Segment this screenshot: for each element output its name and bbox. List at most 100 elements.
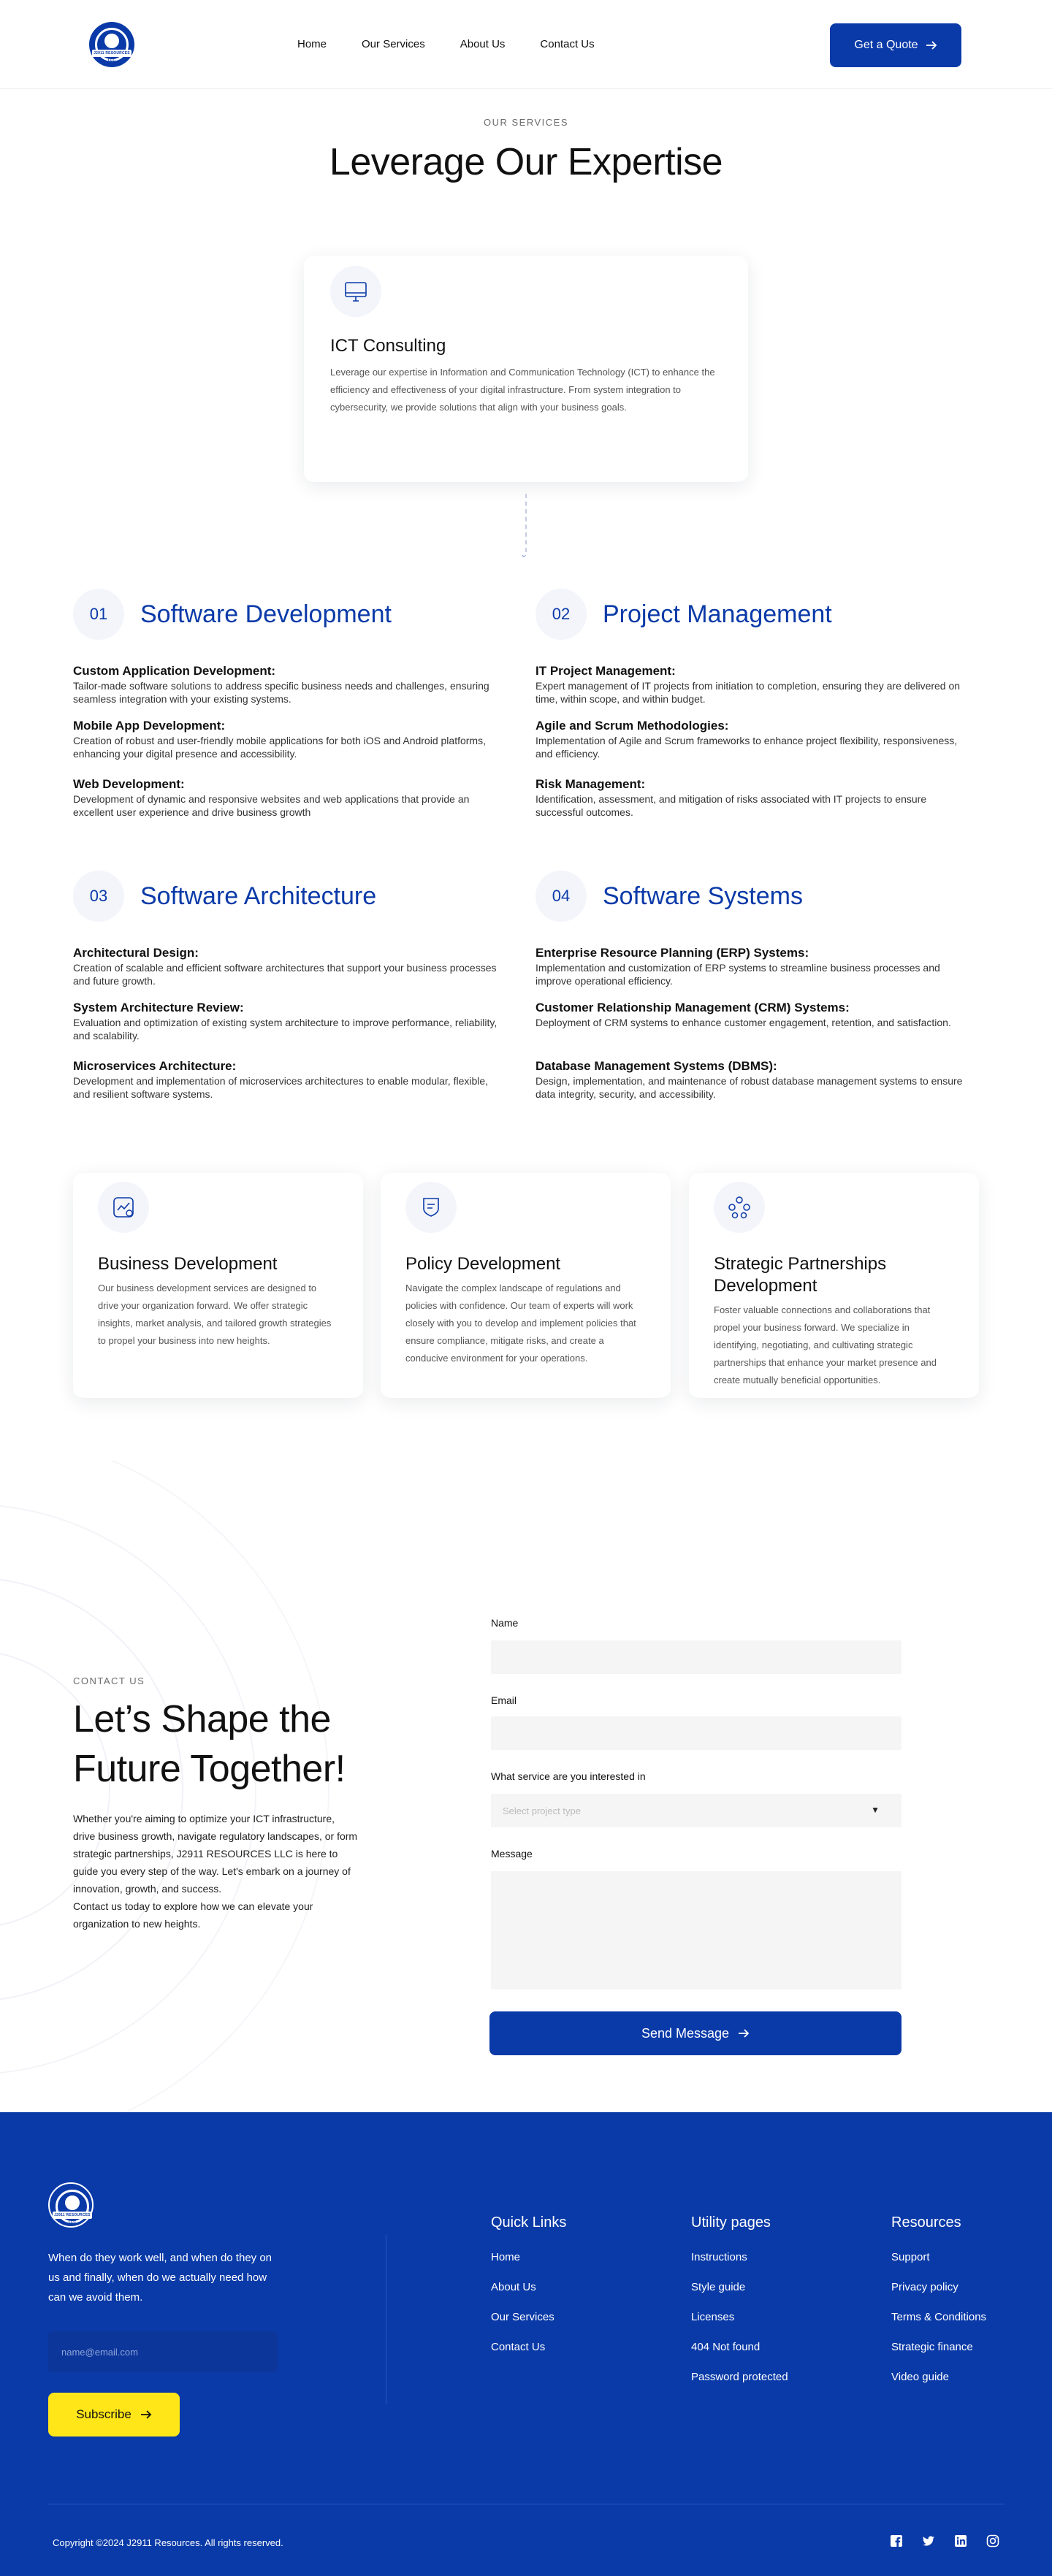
feature-text: Foster valuable connections and collabor… <box>714 1304 937 1386</box>
item-title: IT Project Management: <box>535 664 676 678</box>
footer-link-strategic-finance[interactable]: Strategic finance <box>891 2341 986 2353</box>
item-title: Agile and Scrum Methodologies: <box>535 719 729 733</box>
feature-text: Our business development services are de… <box>98 1283 332 1346</box>
strategic-partnerships-card: Strategic Partnerships Development Foste… <box>689 1173 979 1398</box>
facebook-icon[interactable] <box>890 2534 903 2548</box>
logo-dot <box>104 34 119 48</box>
linkedin-icon[interactable] <box>954 2534 967 2548</box>
send-message-button[interactable]: Send Message <box>489 2011 902 2055</box>
service-item: Custom Application Development: Tailor-m… <box>73 664 504 706</box>
footer-link-style-guide[interactable]: Style guide <box>691 2281 788 2293</box>
ict-consulting-card: ICT Consulting Leverage our expertise in… <box>304 256 748 482</box>
nav-about-us[interactable]: About Us <box>460 38 506 50</box>
network-icon-wrap <box>714 1182 765 1233</box>
policy-development-card: Policy Development Navigate the complex … <box>381 1173 671 1398</box>
footer-column-utility-pages: Utility pages Instructions Style guide L… <box>691 2214 788 2401</box>
section-title: Software Development <box>140 600 392 628</box>
newsletter-email-input[interactable]: name@email.com <box>48 2331 278 2372</box>
logo-band: J2911 RESOURCES LLC <box>53 2212 92 2225</box>
network-icon <box>728 1196 750 1219</box>
footer-link-video-guide[interactable]: Video guide <box>891 2371 986 2383</box>
contact-eyebrow: CONTACT US <box>73 1675 145 1686</box>
subscribe-label: Subscribe <box>76 2407 132 2421</box>
service-item: Microservices Architecture: Development … <box>73 1059 504 1101</box>
services-title: Leverage Our Expertise <box>329 141 723 183</box>
service-select-placeholder: Select project type <box>503 1805 581 1816</box>
footer-logo[interactable]: J2911 RESOURCES LLC <box>48 2182 94 2228</box>
name-input[interactable] <box>491 1640 902 1674</box>
footer-link-support[interactable]: Support <box>891 2251 986 2263</box>
get-a-quote-button[interactable]: Get a Quote <box>830 23 961 67</box>
feature-text: Navigate the complex landscape of regula… <box>405 1283 636 1364</box>
service-select[interactable]: Select project type ▼ <box>491 1794 902 1827</box>
section-number: 03 <box>73 871 124 922</box>
section-number: 04 <box>535 871 587 922</box>
footer-link-licenses[interactable]: Licenses <box>691 2311 788 2323</box>
message-textarea[interactable] <box>491 1871 902 1990</box>
footer-link-about-us[interactable]: About Us <box>491 2281 566 2293</box>
ict-text: Leverage our expertise in Information an… <box>330 367 715 413</box>
section-software-development: 01 Software Development <box>73 589 392 640</box>
logo[interactable]: J2911 RESOURCES LLC <box>89 22 134 67</box>
send-message-label: Send Message <box>641 2025 730 2041</box>
page: J2911 RESOURCES LLC Home Our Services Ab… <box>0 0 1052 2576</box>
footer-column-title: Quick Links <box>491 2214 567 2231</box>
ict-title: ICT Consulting <box>330 336 446 356</box>
feature-title: Strategic Partnerships Development <box>714 1254 887 1296</box>
item-desc: Evaluation and optimization of existing … <box>73 1017 498 1042</box>
item-title: Database Management Systems (DBMS): <box>535 1059 777 1073</box>
section-title: Software Architecture <box>140 882 377 910</box>
service-item: Web Development: Development of dynamic … <box>73 777 504 819</box>
chevron-down-icon: ⌄ <box>519 548 528 559</box>
section-software-architecture: 03 Software Architecture <box>73 871 376 922</box>
nav-our-services[interactable]: Our Services <box>362 38 425 50</box>
copyright: Copyright ©2024 J2911 Resources. All rig… <box>53 2537 283 2548</box>
nav-contact-us[interactable]: Contact Us <box>540 38 594 50</box>
arrow-right-icon <box>926 41 937 50</box>
email-label: Email <box>491 1694 517 1706</box>
item-title: Architectural Design: <box>73 946 199 960</box>
instagram-icon[interactable] <box>986 2534 999 2548</box>
footer-link-contact-us[interactable]: Contact Us <box>491 2341 566 2353</box>
footer-link-404[interactable]: 404 Not found <box>691 2341 788 2353</box>
site-footer: J2911 RESOURCES LLC When do they work we… <box>0 2112 1052 2576</box>
contact-text: Whether you're aiming to optimize your I… <box>73 1810 358 1933</box>
name-label: Name <box>491 1617 519 1629</box>
section-number: 01 <box>73 589 124 640</box>
chevron-down-icon: ▼ <box>871 1805 880 1815</box>
email-input[interactable] <box>491 1716 902 1750</box>
get-a-quote-label: Get a Quote <box>854 39 918 51</box>
section-title: Software Systems <box>603 882 803 910</box>
nav-home[interactable]: Home <box>297 38 327 50</box>
footer-link-instructions[interactable]: Instructions <box>691 2251 788 2263</box>
item-desc: Deployment of CRM systems to enhance cus… <box>535 1017 951 1028</box>
business-development-card: Business Development Our business develo… <box>73 1173 363 1398</box>
item-title: Enterprise Resource Planning (ERP) Syste… <box>535 946 809 960</box>
footer-link-password-protected[interactable]: Password protected <box>691 2371 788 2383</box>
item-desc: Implementation of Agile and Scrum framew… <box>535 735 958 760</box>
logo-band: J2911 RESOURCES LLC <box>92 50 132 63</box>
twitter-icon[interactable] <box>922 2534 935 2548</box>
monitor-icon-wrap <box>330 266 381 317</box>
subscribe-button[interactable]: Subscribe <box>48 2393 180 2437</box>
footer-column-resources: Resources Support Privacy policy Terms &… <box>891 2214 986 2401</box>
footer-link-home[interactable]: Home <box>491 2251 566 2263</box>
service-item: Enterprise Resource Planning (ERP) Syste… <box>535 946 967 987</box>
chart-icon-wrap <box>98 1182 149 1233</box>
footer-link-terms[interactable]: Terms & Conditions <box>891 2311 986 2323</box>
footer-tagline: When do they work well, and when do they… <box>48 2252 272 2304</box>
service-item: Risk Management: Identification, assessm… <box>535 777 967 819</box>
item-desc: Development and implementation of micros… <box>73 1075 489 1100</box>
footer-link-our-services[interactable]: Our Services <box>491 2311 566 2323</box>
social-links <box>890 2534 999 2548</box>
item-title: Web Development: <box>73 777 185 791</box>
service-item: IT Project Management: Expert management… <box>535 664 967 706</box>
section-project-management: 02 Project Management <box>535 589 832 640</box>
contact-paragraph-2: Contact us today to explore how we can e… <box>73 1900 313 1930</box>
service-item: Architectural Design: Creation of scalab… <box>73 946 504 987</box>
connector-line <box>525 494 527 552</box>
footer-link-privacy-policy[interactable]: Privacy policy <box>891 2281 986 2293</box>
shield-icon-wrap <box>405 1182 457 1233</box>
item-title: Mobile App Development: <box>73 719 226 733</box>
item-desc: Identification, assessment, and mitigati… <box>535 793 927 818</box>
